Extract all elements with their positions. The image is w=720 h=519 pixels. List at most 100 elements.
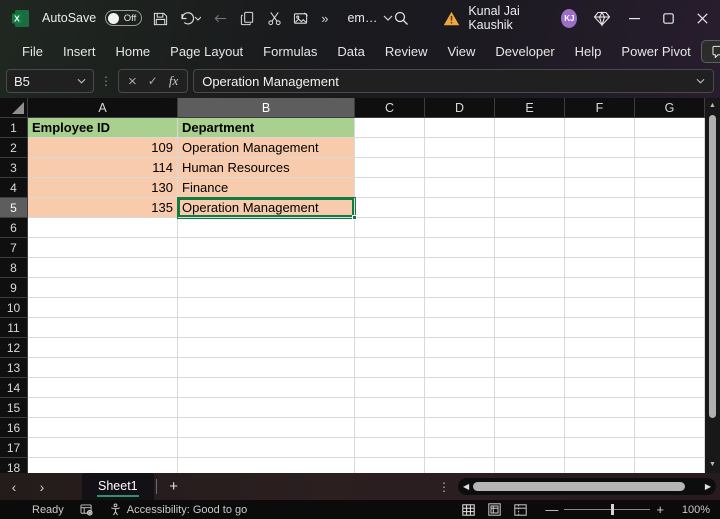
row-header-17[interactable]: 17 xyxy=(0,438,28,458)
cell-F13[interactable] xyxy=(565,358,635,378)
cell-A16[interactable] xyxy=(28,418,178,438)
cell-C12[interactable] xyxy=(355,338,425,358)
cell-B2[interactable]: Operation Management xyxy=(178,138,355,158)
cell-E12[interactable] xyxy=(495,338,565,358)
cell-F17[interactable] xyxy=(565,438,635,458)
cell-G5[interactable] xyxy=(635,198,705,218)
cell-B11[interactable] xyxy=(178,318,355,338)
vertical-scrollbar[interactable]: ▲ ▼ xyxy=(705,98,720,473)
cell-C17[interactable] xyxy=(355,438,425,458)
cell-C1[interactable] xyxy=(355,118,425,138)
maximize-button[interactable] xyxy=(652,0,686,36)
cell-E9[interactable] xyxy=(495,278,565,298)
comments-button[interactable] xyxy=(700,39,720,63)
cell-C2[interactable] xyxy=(355,138,425,158)
cell-G3[interactable] xyxy=(635,158,705,178)
cell-F7[interactable] xyxy=(565,238,635,258)
menu-tab-power-pivot[interactable]: Power Pivot xyxy=(611,44,700,59)
row-header-5[interactable]: 5 xyxy=(0,198,28,218)
cell-A15[interactable] xyxy=(28,398,178,418)
row-header-12[interactable]: 12 xyxy=(0,338,28,358)
cell-B9[interactable] xyxy=(178,278,355,298)
cell-B13[interactable] xyxy=(178,358,355,378)
cell-F1[interactable] xyxy=(565,118,635,138)
cell-C6[interactable] xyxy=(355,218,425,238)
cell-E5[interactable] xyxy=(495,198,565,218)
cell-A11[interactable] xyxy=(28,318,178,338)
close-button[interactable] xyxy=(686,0,720,36)
cell-E17[interactable] xyxy=(495,438,565,458)
cell-D4[interactable] xyxy=(425,178,495,198)
cell-E1[interactable] xyxy=(495,118,565,138)
name-box[interactable]: B5 xyxy=(6,69,94,93)
cell-F10[interactable] xyxy=(565,298,635,318)
cell-G17[interactable] xyxy=(635,438,705,458)
cell-A5[interactable]: 135 xyxy=(28,198,178,218)
row-header-2[interactable]: 2 xyxy=(0,138,28,158)
cell-A1[interactable]: Employee ID xyxy=(28,118,178,138)
cell-A12[interactable] xyxy=(28,338,178,358)
column-header-A[interactable]: A xyxy=(28,98,178,118)
column-header-C[interactable]: C xyxy=(355,98,425,118)
cell-E14[interactable] xyxy=(495,378,565,398)
zoom-out-icon[interactable]: — xyxy=(545,502,558,517)
cell-F16[interactable] xyxy=(565,418,635,438)
cell-F18[interactable] xyxy=(565,458,635,473)
cell-D17[interactable] xyxy=(425,438,495,458)
cell-B3[interactable]: Human Resources xyxy=(178,158,355,178)
row-header-6[interactable]: 6 xyxy=(0,218,28,238)
cell-A6[interactable] xyxy=(28,218,178,238)
minimize-button[interactable] xyxy=(617,0,651,36)
document-title[interactable]: em… xyxy=(347,11,393,25)
cell-D5[interactable] xyxy=(425,198,495,218)
cell-E16[interactable] xyxy=(495,418,565,438)
cell-A8[interactable] xyxy=(28,258,178,278)
cell-D10[interactable] xyxy=(425,298,495,318)
menu-tab-page-layout[interactable]: Page Layout xyxy=(160,44,253,59)
cell-F5[interactable] xyxy=(565,198,635,218)
cell-B17[interactable] xyxy=(178,438,355,458)
cell-E18[interactable] xyxy=(495,458,565,473)
cell-A10[interactable] xyxy=(28,298,178,318)
cell-E13[interactable] xyxy=(495,358,565,378)
cell-A3[interactable]: 114 xyxy=(28,158,178,178)
cell-G15[interactable] xyxy=(635,398,705,418)
cell-A9[interactable] xyxy=(28,278,178,298)
select-all-button[interactable] xyxy=(0,98,28,118)
menu-tab-home[interactable]: Home xyxy=(105,44,160,59)
cell-A13[interactable] xyxy=(28,358,178,378)
cell-C14[interactable] xyxy=(355,378,425,398)
macro-record-icon[interactable] xyxy=(80,503,93,516)
scroll-left-icon[interactable]: ◀ xyxy=(463,482,469,491)
menu-tab-review[interactable]: Review xyxy=(375,44,438,59)
cell-D11[interactable] xyxy=(425,318,495,338)
cell-G7[interactable] xyxy=(635,238,705,258)
redo-left-arrow-icon[interactable] xyxy=(211,7,229,29)
cell-C5[interactable] xyxy=(355,198,425,218)
cell-E10[interactable] xyxy=(495,298,565,318)
cell-G14[interactable] xyxy=(635,378,705,398)
user-name[interactable]: Kunal Jai Kaushik xyxy=(468,4,553,32)
cell-G10[interactable] xyxy=(635,298,705,318)
diamond-icon[interactable] xyxy=(593,10,611,27)
cell-F4[interactable] xyxy=(565,178,635,198)
cut-icon[interactable] xyxy=(265,7,283,29)
row-header-11[interactable]: 11 xyxy=(0,318,28,338)
cell-D18[interactable] xyxy=(425,458,495,473)
column-header-G[interactable]: G xyxy=(635,98,705,118)
enter-icon[interactable]: ✓ xyxy=(148,75,158,87)
zoom-level[interactable]: 100% xyxy=(676,504,710,516)
cell-D9[interactable] xyxy=(425,278,495,298)
cell-D15[interactable] xyxy=(425,398,495,418)
cell-E11[interactable] xyxy=(495,318,565,338)
column-header-F[interactable]: F xyxy=(565,98,635,118)
cell-E6[interactable] xyxy=(495,218,565,238)
formula-input[interactable]: Operation Management xyxy=(193,69,714,93)
column-header-D[interactable]: D xyxy=(425,98,495,118)
cell-B1[interactable]: Department xyxy=(178,118,355,138)
cell-F15[interactable] xyxy=(565,398,635,418)
cell-B10[interactable] xyxy=(178,298,355,318)
formula-bar-handle[interactable]: ⋮ xyxy=(99,74,113,88)
tab-splitter-handle[interactable]: ⋮ xyxy=(430,480,458,494)
cell-B12[interactable] xyxy=(178,338,355,358)
